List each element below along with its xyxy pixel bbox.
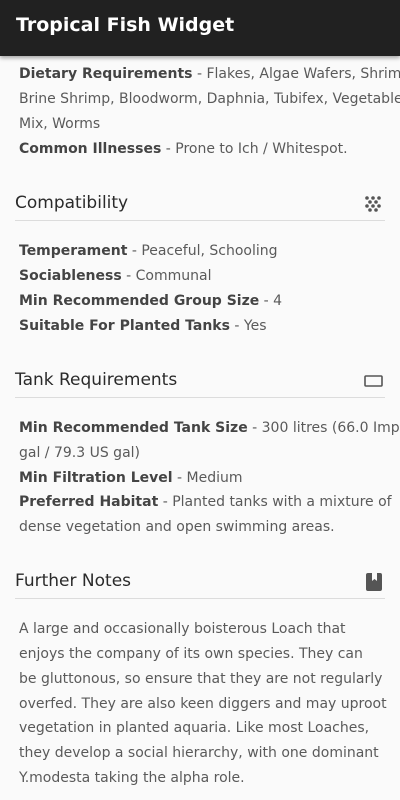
compatibility-divider	[15, 220, 385, 221]
tank-size-value-line-2: gal / 79.3 US gal)	[19, 445, 140, 461]
habitat-value-line-2: dense vegetation and open swimming areas…	[19, 519, 335, 535]
dietary-value-line-3: Mix, Worms	[19, 116, 101, 132]
app-title: Tropical Fish Widget	[16, 14, 235, 36]
notes-line-4: overfed. They are also keen diggers and …	[19, 696, 387, 712]
dots-grid-icon	[365, 196, 381, 212]
further-notes-title: Further Notes	[15, 571, 132, 591]
dietary-value-line-1: Flakes, Algae Wafers, Shrimp,	[206, 66, 400, 82]
group-size-row: Min Recommended Group Size - 4	[19, 293, 283, 309]
tank-requirements-divider	[15, 397, 385, 398]
dietary-label: Dietary Requirements	[19, 66, 193, 82]
dietary-requirements-row: Dietary Requirements - Flakes, Algae Waf…	[19, 64, 400, 84]
habitat-label: Preferred Habitat	[19, 494, 159, 510]
notes-line-6: they develop a social hierarchy, with on…	[19, 745, 379, 761]
tank-rectangle-icon	[364, 375, 383, 387]
notes-line-3: be gluttonous, so ensure that they are n…	[19, 671, 383, 687]
group-size-value: 4	[273, 293, 283, 309]
planted-tanks-value: Yes	[243, 318, 267, 334]
illness-label: Common Illnesses	[19, 141, 162, 157]
dietary-value-line-2: Brine Shrimp, Bloodworm, Daphnia, Tubife…	[19, 91, 400, 107]
sociableness-label: Sociableness	[19, 268, 122, 284]
group-size-label: Min Recommended Group Size	[19, 293, 260, 309]
tank-size-label: Min Recommended Tank Size	[19, 420, 248, 436]
tank-size-value-line-1: 300 litres (66.0 Imp.	[261, 420, 400, 436]
further-notes-divider	[15, 598, 385, 599]
temperament-value: Peaceful, Schooling	[141, 243, 278, 259]
tank-size-row: Min Recommended Tank Size - 300 litres (…	[19, 418, 400, 438]
planted-tanks-row: Suitable For Planted Tanks - Yes	[19, 318, 267, 334]
planted-tanks-label: Suitable For Planted Tanks	[19, 318, 230, 334]
temperament-row: Temperament - Peaceful, Schooling	[19, 243, 278, 259]
book-icon	[366, 573, 382, 591]
notes-line-5: vegetation in planted aquaria. Like most…	[19, 720, 370, 736]
notes-line-2: enjoys the company of its own species. T…	[19, 646, 363, 662]
habitat-value-line-1: Planted tanks with a mixture of	[172, 494, 392, 510]
common-illnesses-row: Common Illnesses - Prone to Ich / Whites…	[19, 141, 348, 157]
app-bar: Tropical Fish Widget	[0, 0, 400, 56]
sociableness-value: Communal	[135, 268, 212, 284]
filtration-value: Medium	[186, 470, 243, 486]
scroll-content[interactable]: Dietary Requirements - Flakes, Algae Waf…	[0, 0, 400, 800]
tank-requirements-title: Tank Requirements	[15, 370, 178, 390]
compatibility-title: Compatibility	[15, 193, 129, 213]
notes-line-1: A large and occasionally boisterous Loac…	[19, 621, 346, 637]
filtration-label: Min Filtration Level	[19, 470, 173, 486]
filtration-row: Min Filtration Level - Medium	[19, 470, 243, 486]
temperament-label: Temperament	[19, 243, 128, 259]
notes-line-7: Y.modesta taking the alpha role.	[19, 770, 245, 786]
illness-value: Prone to Ich / Whitespot.	[175, 141, 348, 157]
sociableness-row: Sociableness - Communal	[19, 268, 212, 284]
habitat-row: Preferred Habitat - Planted tanks with a…	[19, 494, 392, 510]
